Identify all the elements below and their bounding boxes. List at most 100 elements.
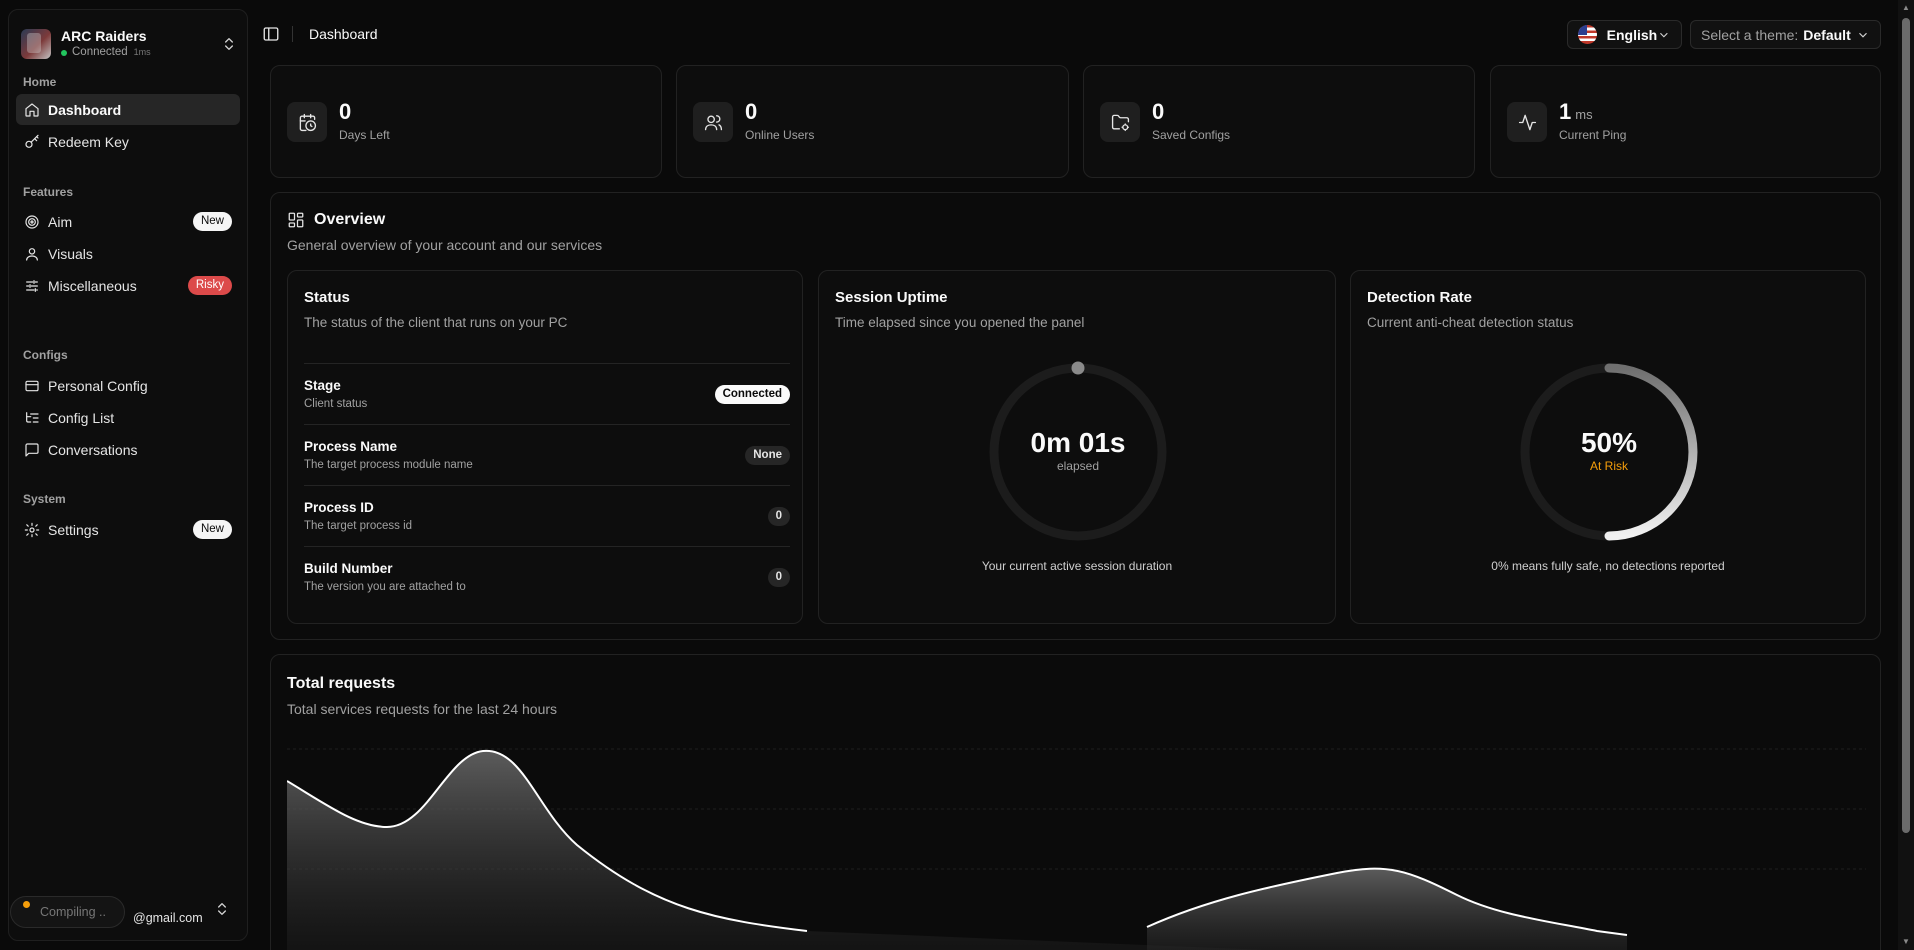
sidebar-item-label: Visuals [48,245,93,262]
sidebar-item-label: Miscellaneous [48,277,137,294]
theme-select[interactable]: Select a theme: Default [1690,20,1881,49]
uptime-footer: Your current active session duration [981,559,1173,573]
detection-status: At Risk [1589,459,1628,473]
status-badge: 0 [767,568,790,587]
stat-label: Days Left [339,128,390,142]
detection-footer: 0% means fully safe, no detections repor… [1491,559,1725,573]
target-icon [25,214,39,229]
stat-card-current-ping: 1 ms Current Ping [1490,65,1881,178]
compiling-text: Compiling .. [40,905,106,919]
overview-title: Overview [287,211,385,229]
status-dot [61,49,67,56]
requests-area [1147,868,1627,950]
sidebar-item-visuals[interactable]: Visuals [16,238,240,269]
uptime-readout: 0m 01s elapsed [987,427,1169,473]
card-title: Session Uptime [835,289,948,306]
team-status-text: Connected [72,46,128,58]
scroll-up-arrow[interactable]: ▲ [1902,4,1910,12]
group-label-features: Features [23,185,74,199]
folder-cog-icon [1111,114,1129,131]
header-separator [292,26,293,42]
page-scrollbar[interactable]: ▲ ▼ [1898,0,1914,950]
breadcrumb-page: Dashboard [309,26,378,42]
sidebar: ARC Raiders Connected 1ms Home Dashboard… [8,9,248,941]
user-email[interactable]: @gmail.com [133,911,203,925]
status-row-process-id: Process ID The target process id 0 [304,485,790,546]
compiling-dot [23,900,30,908]
team-status: Connected 1ms [61,45,221,60]
theme-value: Default [1803,26,1851,43]
panel-left-icon[interactable] [262,25,280,43]
session-uptime-card: Session Uptime Time elapsed since you op… [818,270,1336,624]
requests-area-chart [287,748,1866,950]
card-title: Detection Rate [1367,289,1473,306]
overview-section: Overview General overview of your accoun… [270,192,1881,640]
stat-unit: ms [1575,107,1593,122]
sidebar-item-personal-config[interactable]: Personal Config [16,370,240,401]
status-badge: None [745,446,790,465]
list-tree-icon [26,411,39,423]
message-square-icon [25,442,39,457]
chevrons-up-down-icon [225,38,233,50]
card-description: Time elapsed since you opened the panel [835,315,1085,330]
status-row-build-number: Build Number The version you are attache… [304,546,790,607]
card-title: Status [304,289,350,306]
detection-readout: 50% At Risk [1518,427,1700,473]
requests-title: Total requests [287,675,396,692]
stat-card-saved-configs: 0 Saved Configs [1083,65,1475,178]
card-description: The status of the client that runs on yo… [304,315,568,330]
sidebar-item-label: Config List [48,409,115,426]
gear-icon [24,522,40,537]
team-ping: 1ms [133,47,151,57]
us-flag-icon [1578,25,1597,44]
sidebar-item-dashboard[interactable]: Dashboard [16,94,240,125]
language-select[interactable]: English [1567,20,1682,49]
stat-card-online-users: 0 Online Users [676,65,1069,178]
scroll-down-arrow[interactable]: ▼ [1902,938,1910,946]
team-switcher[interactable]: ARC Raiders Connected 1ms [21,24,237,64]
sidebar-item-config-list[interactable]: Config List [16,402,240,433]
card-description: Current anti-cheat detection status [1367,315,1574,330]
status-badge: 0 [767,507,790,526]
status-row-stage: Stage Client status Connected [304,363,790,424]
total-requests-card: Total requests Total services requests f… [270,654,1881,950]
stat-value: 0 [339,99,352,124]
sidebar-item-settings[interactable]: Settings New [16,514,240,545]
risky-badge: Risky [187,276,232,295]
team-name: ARC Raiders [61,28,147,44]
scroll-thumb[interactable] [1902,18,1910,833]
stat-label: Saved Configs [1152,128,1231,142]
group-label-configs: Configs [23,348,68,362]
sidebar-item-label: Conversations [48,441,138,458]
stat-card-days-left: 0 Days Left [270,65,662,178]
compiling-indicator: Compiling .. [10,896,125,928]
chevrons-up-down-icon[interactable] [214,901,230,917]
sidebar-item-label: Aim [48,213,73,230]
sidebar-item-conversations[interactable]: Conversations [16,434,240,465]
sidebar-item-redeem-key[interactable]: Redeem Key [16,126,240,157]
layout-dashboard-icon [288,212,304,228]
requests-area [287,750,1265,950]
detection-value: 50% [1580,427,1638,458]
uptime-unit: elapsed [1056,459,1100,473]
group-label-home: Home [23,75,57,89]
language-label: English [1606,26,1658,43]
home-icon [25,102,39,117]
status-card: Status The status of the client that run… [287,270,803,624]
status-badge: Connected [714,385,790,404]
sidebar-item-miscellaneous[interactable]: Miscellaneous Risky [16,270,240,301]
status-row-process-name: Process Name The target process module n… [304,424,790,485]
sidebar-item-label: Settings [48,521,99,538]
app: ARC Raiders Connected 1ms Home Dashboard… [0,0,1914,950]
chevron-down-icon [1859,32,1867,38]
team-logo [21,29,51,59]
sliders-icon [26,279,38,292]
activity-icon [1518,114,1536,130]
key-icon [25,134,39,148]
sidebar-item-aim[interactable]: Aim New [16,206,240,237]
uptime-ring-marker [1071,361,1085,375]
sidebar-item-label: Dashboard [48,101,122,118]
stat-label: Online Users [745,128,815,142]
requests-description: Total services requests for the last 24 … [287,701,558,717]
stat-value: 0 [1152,99,1165,124]
